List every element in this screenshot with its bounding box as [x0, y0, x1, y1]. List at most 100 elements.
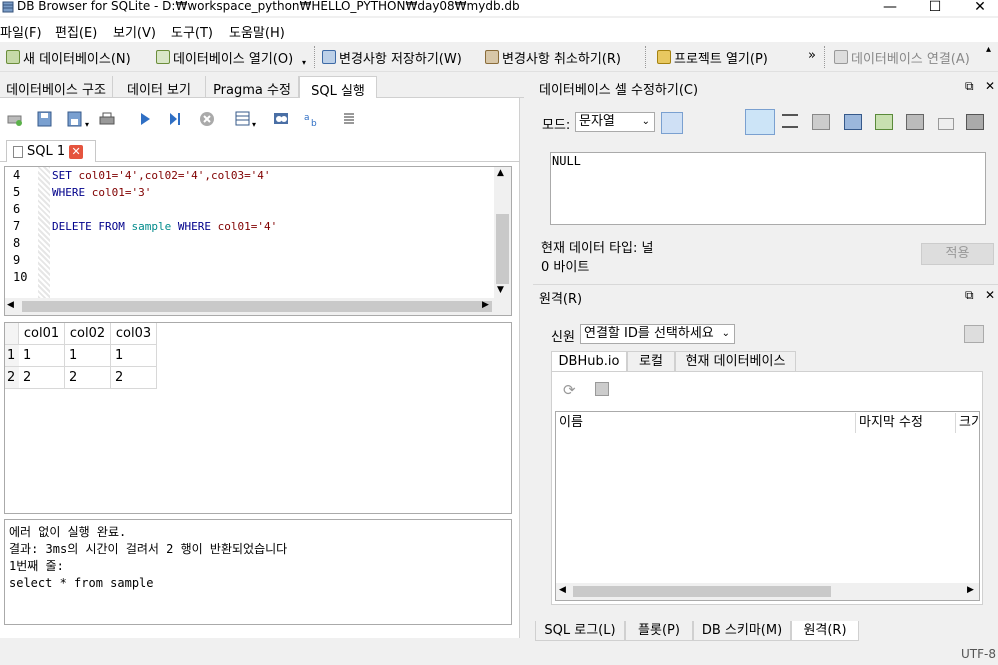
table-cell[interactable]: 2 — [65, 367, 111, 389]
menu-edit[interactable]: 편집(E) — [55, 22, 97, 41]
table-cell[interactable]: 1 — [111, 345, 157, 367]
open-db-dropdown-icon[interactable]: ▾ — [302, 58, 306, 67]
set-null-icon[interactable] — [875, 114, 893, 130]
tab-dbhub[interactable]: DBHub.io — [551, 351, 627, 372]
auto-switch-mode-icon[interactable] — [661, 112, 683, 134]
close-tab-icon[interactable]: ✕ — [69, 144, 84, 159]
column-header-modified[interactable]: 마지막 수정 — [856, 413, 956, 433]
column-header[interactable]: col03 — [111, 323, 157, 345]
status-bar — [0, 645, 998, 665]
execute-all-icon[interactable] — [136, 110, 154, 128]
dock-close-icon[interactable]: ✕ — [985, 288, 995, 302]
tab-db-schema[interactable]: DB 스키마(M) — [693, 621, 791, 641]
comment-block-icon[interactable] — [340, 110, 358, 128]
close-window-button[interactable]: ✕ — [960, 0, 998, 16]
table-cell[interactable]: 2 — [19, 367, 65, 389]
execute-line-icon[interactable] — [166, 110, 184, 128]
find-text-icon[interactable] — [272, 110, 290, 128]
remote-dock-header: 원격(R) ⧉ ✕ — [533, 284, 998, 307]
sql-column-name: col01 — [217, 220, 251, 233]
stop-execution-icon[interactable] — [198, 110, 216, 128]
maximize-button[interactable]: ☐ — [915, 0, 955, 16]
export-icon[interactable] — [844, 114, 862, 130]
table-cell[interactable]: 1 — [19, 345, 65, 367]
write-changes-button[interactable]: 변경사항 저장하기(W) — [322, 46, 462, 68]
import-icon[interactable] — [812, 114, 830, 130]
sql-editor-tab[interactable]: SQL 1 ✕ — [6, 140, 96, 162]
edit-cell-dock-header: 데이터베이스 셀 수정하기(C) ⧉ ✕ — [533, 76, 998, 98]
menu-tools[interactable]: 도구(T) — [171, 22, 213, 41]
print-icon[interactable] — [966, 114, 984, 130]
print-cell-icon[interactable] — [906, 114, 924, 130]
column-header[interactable]: col02 — [65, 323, 111, 345]
column-header[interactable]: col01 — [19, 323, 65, 345]
indent-icon[interactable] — [782, 114, 798, 128]
column-header-size[interactable]: 크기 — [956, 413, 979, 433]
tab-local[interactable]: 로컬 — [627, 351, 675, 371]
menu-file[interactable]: 파일(F) — [0, 22, 42, 41]
scroll-up-icon[interactable]: ▲ — [497, 168, 504, 178]
word-wrap-icon[interactable] — [745, 109, 775, 135]
revert-changes-button[interactable]: 변경사항 취소하기(R) — [485, 46, 621, 68]
refresh-icon[interactable]: ⟳ — [563, 381, 581, 399]
editor-horizontal-scroll-thumb[interactable] — [22, 301, 492, 312]
minimize-button[interactable]: — — [870, 0, 910, 16]
row-header[interactable]: 1 — [5, 345, 19, 367]
toolbar-separator — [824, 46, 826, 68]
toolbar-scroll-icon[interactable]: ▴ — [986, 44, 991, 55]
identity-select[interactable]: 연결할 ID를 선택하세요 ⌄ — [580, 324, 735, 344]
mode-label: 모드: — [542, 118, 571, 133]
table-cell[interactable]: 2 — [111, 367, 157, 389]
grid-corner[interactable] — [5, 323, 19, 345]
clone-database-icon[interactable] — [595, 382, 609, 396]
scroll-right-icon[interactable]: ▶ — [482, 300, 489, 310]
erase-icon[interactable] — [938, 118, 954, 130]
tab-edit-pragmas[interactable]: Pragma 수정 — [206, 76, 299, 98]
menu-help[interactable]: 도움말(H) — [229, 22, 285, 41]
tab-remote[interactable]: 원격(R) — [791, 621, 859, 641]
table-cell[interactable]: 1 — [65, 345, 111, 367]
save-sql-file-icon[interactable] — [66, 110, 84, 128]
tab-database-structure[interactable]: 데이터베이스 구조 — [0, 76, 113, 98]
open-database-button[interactable]: 데이터베이스 열기(O) — [156, 46, 293, 68]
save-results-icon[interactable] — [234, 110, 252, 128]
apply-button[interactable]: 적용 — [921, 243, 994, 265]
line-number: 8 — [13, 236, 21, 250]
remote-database-list[interactable] — [555, 411, 980, 601]
scroll-left-icon[interactable]: ◀ — [7, 300, 14, 310]
tab-browse-data[interactable]: 데이터 보기 — [113, 76, 206, 98]
tab-execute-sql[interactable]: SQL 실행 — [299, 76, 377, 99]
find-replace-icon[interactable]: ab — [303, 110, 321, 129]
dock-close-icon[interactable]: ✕ — [985, 79, 995, 93]
tab-plot[interactable]: 플롯(P) — [625, 621, 693, 641]
scroll-down-icon[interactable]: ▼ — [497, 285, 504, 295]
row-header[interactable]: 2 — [5, 367, 19, 389]
identity-settings-icon[interactable] — [964, 325, 984, 343]
cell-editor-body[interactable] — [599, 153, 985, 224]
scroll-right-icon[interactable]: ▶ — [967, 585, 974, 595]
tab-current-database[interactable]: 현재 데이터베이스 — [675, 351, 796, 371]
menu-view[interactable]: 보기(V) — [113, 22, 156, 41]
new-database-button[interactable]: 새 데이터베이스(N) — [6, 46, 131, 68]
save-results-dropdown-icon[interactable]: ▾ — [252, 120, 256, 129]
line-number: 7 — [13, 219, 21, 233]
sql-keyword: DELETE FROM — [52, 220, 132, 233]
open-sql-file-icon[interactable] — [36, 110, 54, 128]
open-project-button[interactable]: 프로젝트 열기(P) — [657, 46, 768, 68]
dock-float-icon[interactable]: ⧉ — [965, 79, 974, 94]
tab-sql-log[interactable]: SQL 로그(L) — [535, 621, 625, 641]
message-line: select * from sample — [9, 576, 154, 590]
dock-float-icon[interactable]: ⧉ — [965, 288, 974, 303]
editor-vertical-scroll-thumb[interactable] — [496, 214, 509, 284]
toolbar-overflow-icon[interactable]: » — [808, 48, 816, 63]
message-pane[interactable]: 에러 없이 실행 완료. 결과: 3ms의 시간이 걸려서 2 행이 반환되었습… — [4, 519, 512, 625]
remote-horizontal-scroll-thumb[interactable] — [573, 586, 831, 597]
print-icon[interactable] — [98, 110, 116, 128]
attach-db-icon — [834, 50, 848, 64]
open-tab-icon[interactable] — [6, 110, 24, 128]
attach-database-button[interactable]: 데이터베이스 연결(A) — [834, 46, 970, 68]
column-header-name[interactable]: 이름 — [556, 413, 856, 433]
save-sql-dropdown-icon[interactable]: ▾ — [85, 120, 89, 129]
scroll-left-icon[interactable]: ◀ — [559, 585, 566, 595]
mode-select[interactable]: 문자열 ⌄ — [575, 112, 655, 132]
